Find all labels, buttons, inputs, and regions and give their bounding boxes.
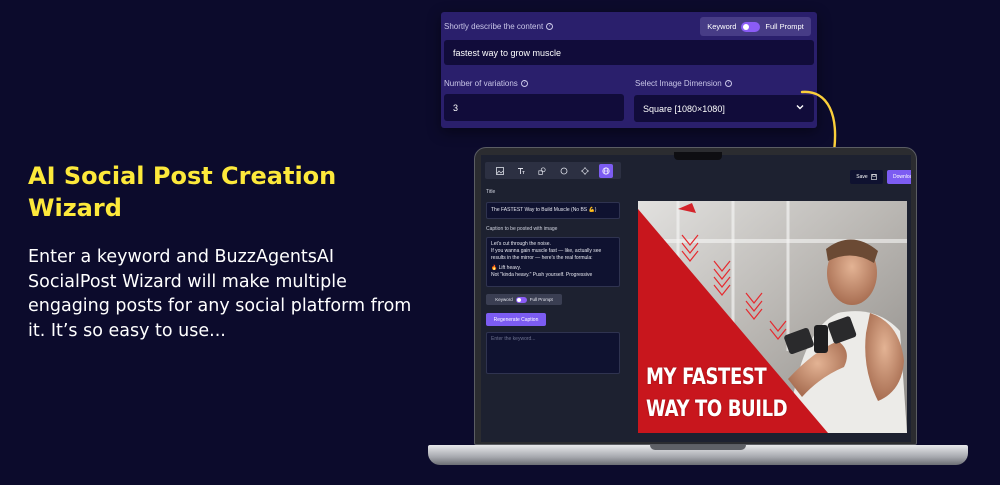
caption-label: Caption to be posted with image [486,226,558,232]
laptop-screen: Title The FASTEST Way to Build Muscle (N… [481,155,911,442]
preview-headline-line-1: MY FASTEST [646,365,767,390]
caption-line: results in the mirror — here's the real … [491,255,593,261]
hero-title: AI Social Post Creation Wizard [28,162,337,222]
toggle-keyword-label: Keyword [495,297,513,302]
content-label-row: Shortly describe the content? [444,22,554,31]
toggle-keyword-label: Keyword [707,22,737,31]
save-label: Save [856,174,868,180]
help-icon[interactable]: ? [546,23,554,31]
toggle-full-prompt-label: Full Prompt [529,297,553,302]
download-button[interactable]: Download [887,170,911,184]
variations-label: Number of variations [444,79,518,88]
caption-line: Let's cut through the noise. [491,241,551,247]
content-label: Shortly describe the content [444,22,544,31]
circle-icon[interactable] [557,164,571,178]
caption-line: 🔥 Lift heavy. [491,265,522,271]
toggle-full-prompt-label: Full Prompt [765,22,804,31]
target-icon[interactable] [578,164,592,178]
help-icon[interactable]: ? [724,80,732,88]
dimension-value: Square [1080×1080] [643,103,725,114]
caption-line: If you wanna gain muscle fast — like, ac… [491,248,602,254]
dimension-select[interactable]: Square [1080×1080] [634,95,814,122]
save-button[interactable]: Save [850,170,883,184]
caption-mode-toggle[interactable]: Keyword Full Prompt [486,294,562,305]
globe-icon[interactable] [599,163,614,178]
caption-textarea[interactable]: Let's cut through the noise. If you wann… [486,237,620,287]
laptop-base-groove [650,445,746,450]
help-icon[interactable]: ? [520,80,528,88]
keyword-input[interactable]: Enter the keyword... [486,332,620,374]
laptop-notch [674,152,722,160]
image-icon[interactable] [493,164,507,178]
content-form-panel: Shortly describe the content? Keyword Fu… [441,12,817,128]
save-icon [870,174,877,180]
dimension-label-row: Select Image Dimension? [635,79,732,88]
title-input[interactable]: The FASTEST Way to Build Muscle (No BS 💪… [486,202,620,219]
toggle-switch[interactable] [741,21,761,32]
variations-input[interactable]: 3 [444,94,624,121]
caption-line: Not "kinda heavy." Push yourself. Progre… [491,272,593,278]
toggle-switch[interactable] [515,296,527,303]
shapes-icon[interactable] [535,164,549,178]
preview-headline-line-2: WAY TO BUILD [646,397,788,422]
title-label: Title [486,189,496,195]
hero-description: Enter a keyword and BuzzAgentsAI SocialP… [28,247,412,341]
regenerate-caption-button[interactable]: Regenerate Caption [486,313,546,326]
content-input[interactable]: fastest way to grow muscle [444,40,814,65]
editor-toolbar [485,162,621,179]
text-icon[interactable] [514,164,528,178]
variations-label-row: Number of variations? [444,79,528,88]
dimension-label: Select Image Dimension [635,79,722,88]
prompt-mode-toggle[interactable]: Keyword Full Prompt [700,17,811,36]
post-image-preview: MY FASTEST WAY TO BUILD [638,201,907,433]
